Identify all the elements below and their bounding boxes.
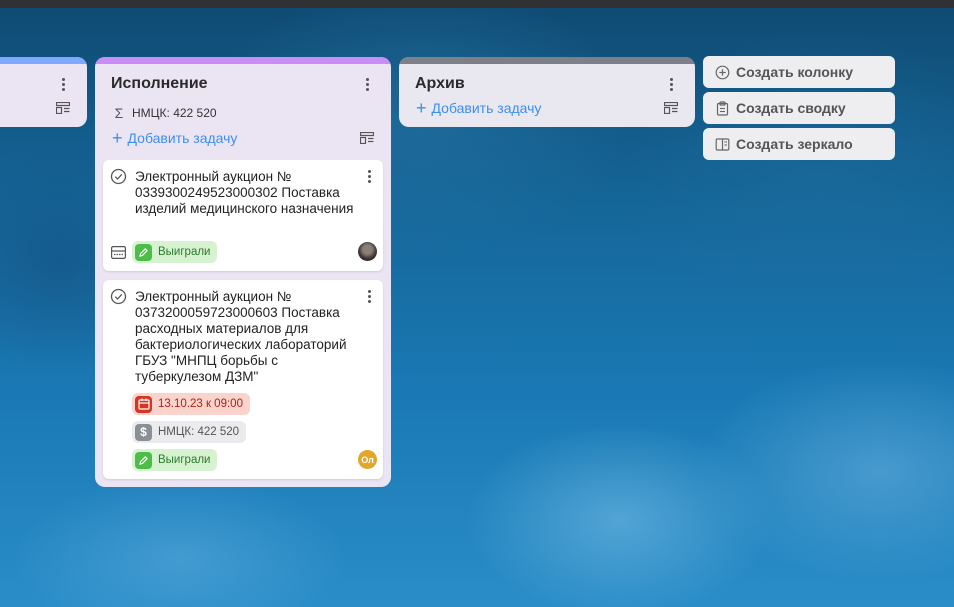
- layout-icon[interactable]: [664, 102, 678, 114]
- column-partial: [0, 57, 87, 127]
- create-summary-label: Создать сводку: [736, 100, 846, 116]
- add-task-label: Добавить задачу: [431, 100, 542, 116]
- column-sum: Σ НМЦК: 422 520: [112, 105, 217, 121]
- calendar-icon: [135, 395, 152, 413]
- column-menu-icon[interactable]: [55, 76, 71, 92]
- date-badge-label: 13.10.23 к 09:00: [158, 398, 243, 410]
- sum-badge-label: НМЦК: 422 520: [158, 426, 240, 438]
- column-stripe: [399, 57, 695, 64]
- status-badge-label: Выиграли: [158, 454, 211, 466]
- check-circle-icon[interactable]: [110, 288, 127, 305]
- create-column-button[interactable]: Создать колонку: [703, 56, 895, 88]
- create-mirror-label: Создать зеркало: [736, 136, 853, 152]
- clipboard-icon: [716, 100, 729, 116]
- dollar-icon: $: [135, 423, 152, 441]
- layout-icon[interactable]: [56, 102, 70, 114]
- add-task-label: Добавить задачу: [127, 130, 238, 146]
- status-badge-label: Выиграли: [158, 246, 211, 258]
- plus-icon: +: [416, 98, 427, 118]
- column-menu-icon[interactable]: [359, 76, 375, 92]
- column-stripe: [95, 57, 391, 64]
- plus-icon: +: [112, 128, 123, 148]
- card-title: Электронный аукцион № 037320005972300060…: [135, 289, 347, 384]
- avatar[interactable]: [358, 242, 377, 261]
- sigma-icon: Σ: [114, 105, 124, 121]
- mirror-icon: [715, 137, 730, 151]
- date-badge[interactable]: 13.10.23 к 09:00: [132, 393, 250, 415]
- card-title: Электронный аукцион № 033930024952300030…: [135, 169, 354, 216]
- plus-circle-icon: [715, 65, 730, 79]
- column-title: Архив: [415, 75, 465, 92]
- column-stripe: [0, 57, 87, 64]
- add-task-button[interactable]: + Добавить задачу: [416, 98, 542, 118]
- layout-icon[interactable]: [360, 132, 374, 144]
- add-task-button[interactable]: + Добавить задачу: [112, 128, 238, 148]
- create-mirror-button[interactable]: Создать зеркало: [703, 128, 895, 160]
- check-circle-icon[interactable]: [110, 168, 127, 185]
- avatar[interactable]: Ол: [358, 450, 377, 469]
- column-sum-label: НМЦК: 422 520: [132, 106, 217, 120]
- sum-badge: $ НМЦК: 422 520: [132, 421, 247, 443]
- checklist-icon: [111, 246, 126, 259]
- create-column-label: Создать колонку: [736, 64, 853, 80]
- task-card[interactable]: Электронный аукцион № 033930024952300030…: [103, 160, 383, 271]
- card-menu-icon[interactable]: [361, 288, 377, 304]
- top-bar: [0, 0, 954, 8]
- card-menu-icon[interactable]: [361, 168, 377, 184]
- pencil-icon: [135, 243, 152, 261]
- pencil-icon: [135, 451, 152, 469]
- column-menu-icon[interactable]: [663, 76, 679, 92]
- status-badge: Выиграли: [132, 449, 218, 471]
- column-execution: Исполнение Σ НМЦК: 422 520 + Добавить за…: [95, 57, 391, 487]
- task-card[interactable]: Электронный аукцион № 037320005972300060…: [103, 280, 383, 479]
- create-summary-button[interactable]: Создать сводку: [703, 92, 895, 124]
- column-title: Исполнение: [111, 75, 208, 92]
- column-archive: Архив + Добавить задачу: [399, 57, 695, 127]
- status-badge: Выиграли: [132, 241, 218, 263]
